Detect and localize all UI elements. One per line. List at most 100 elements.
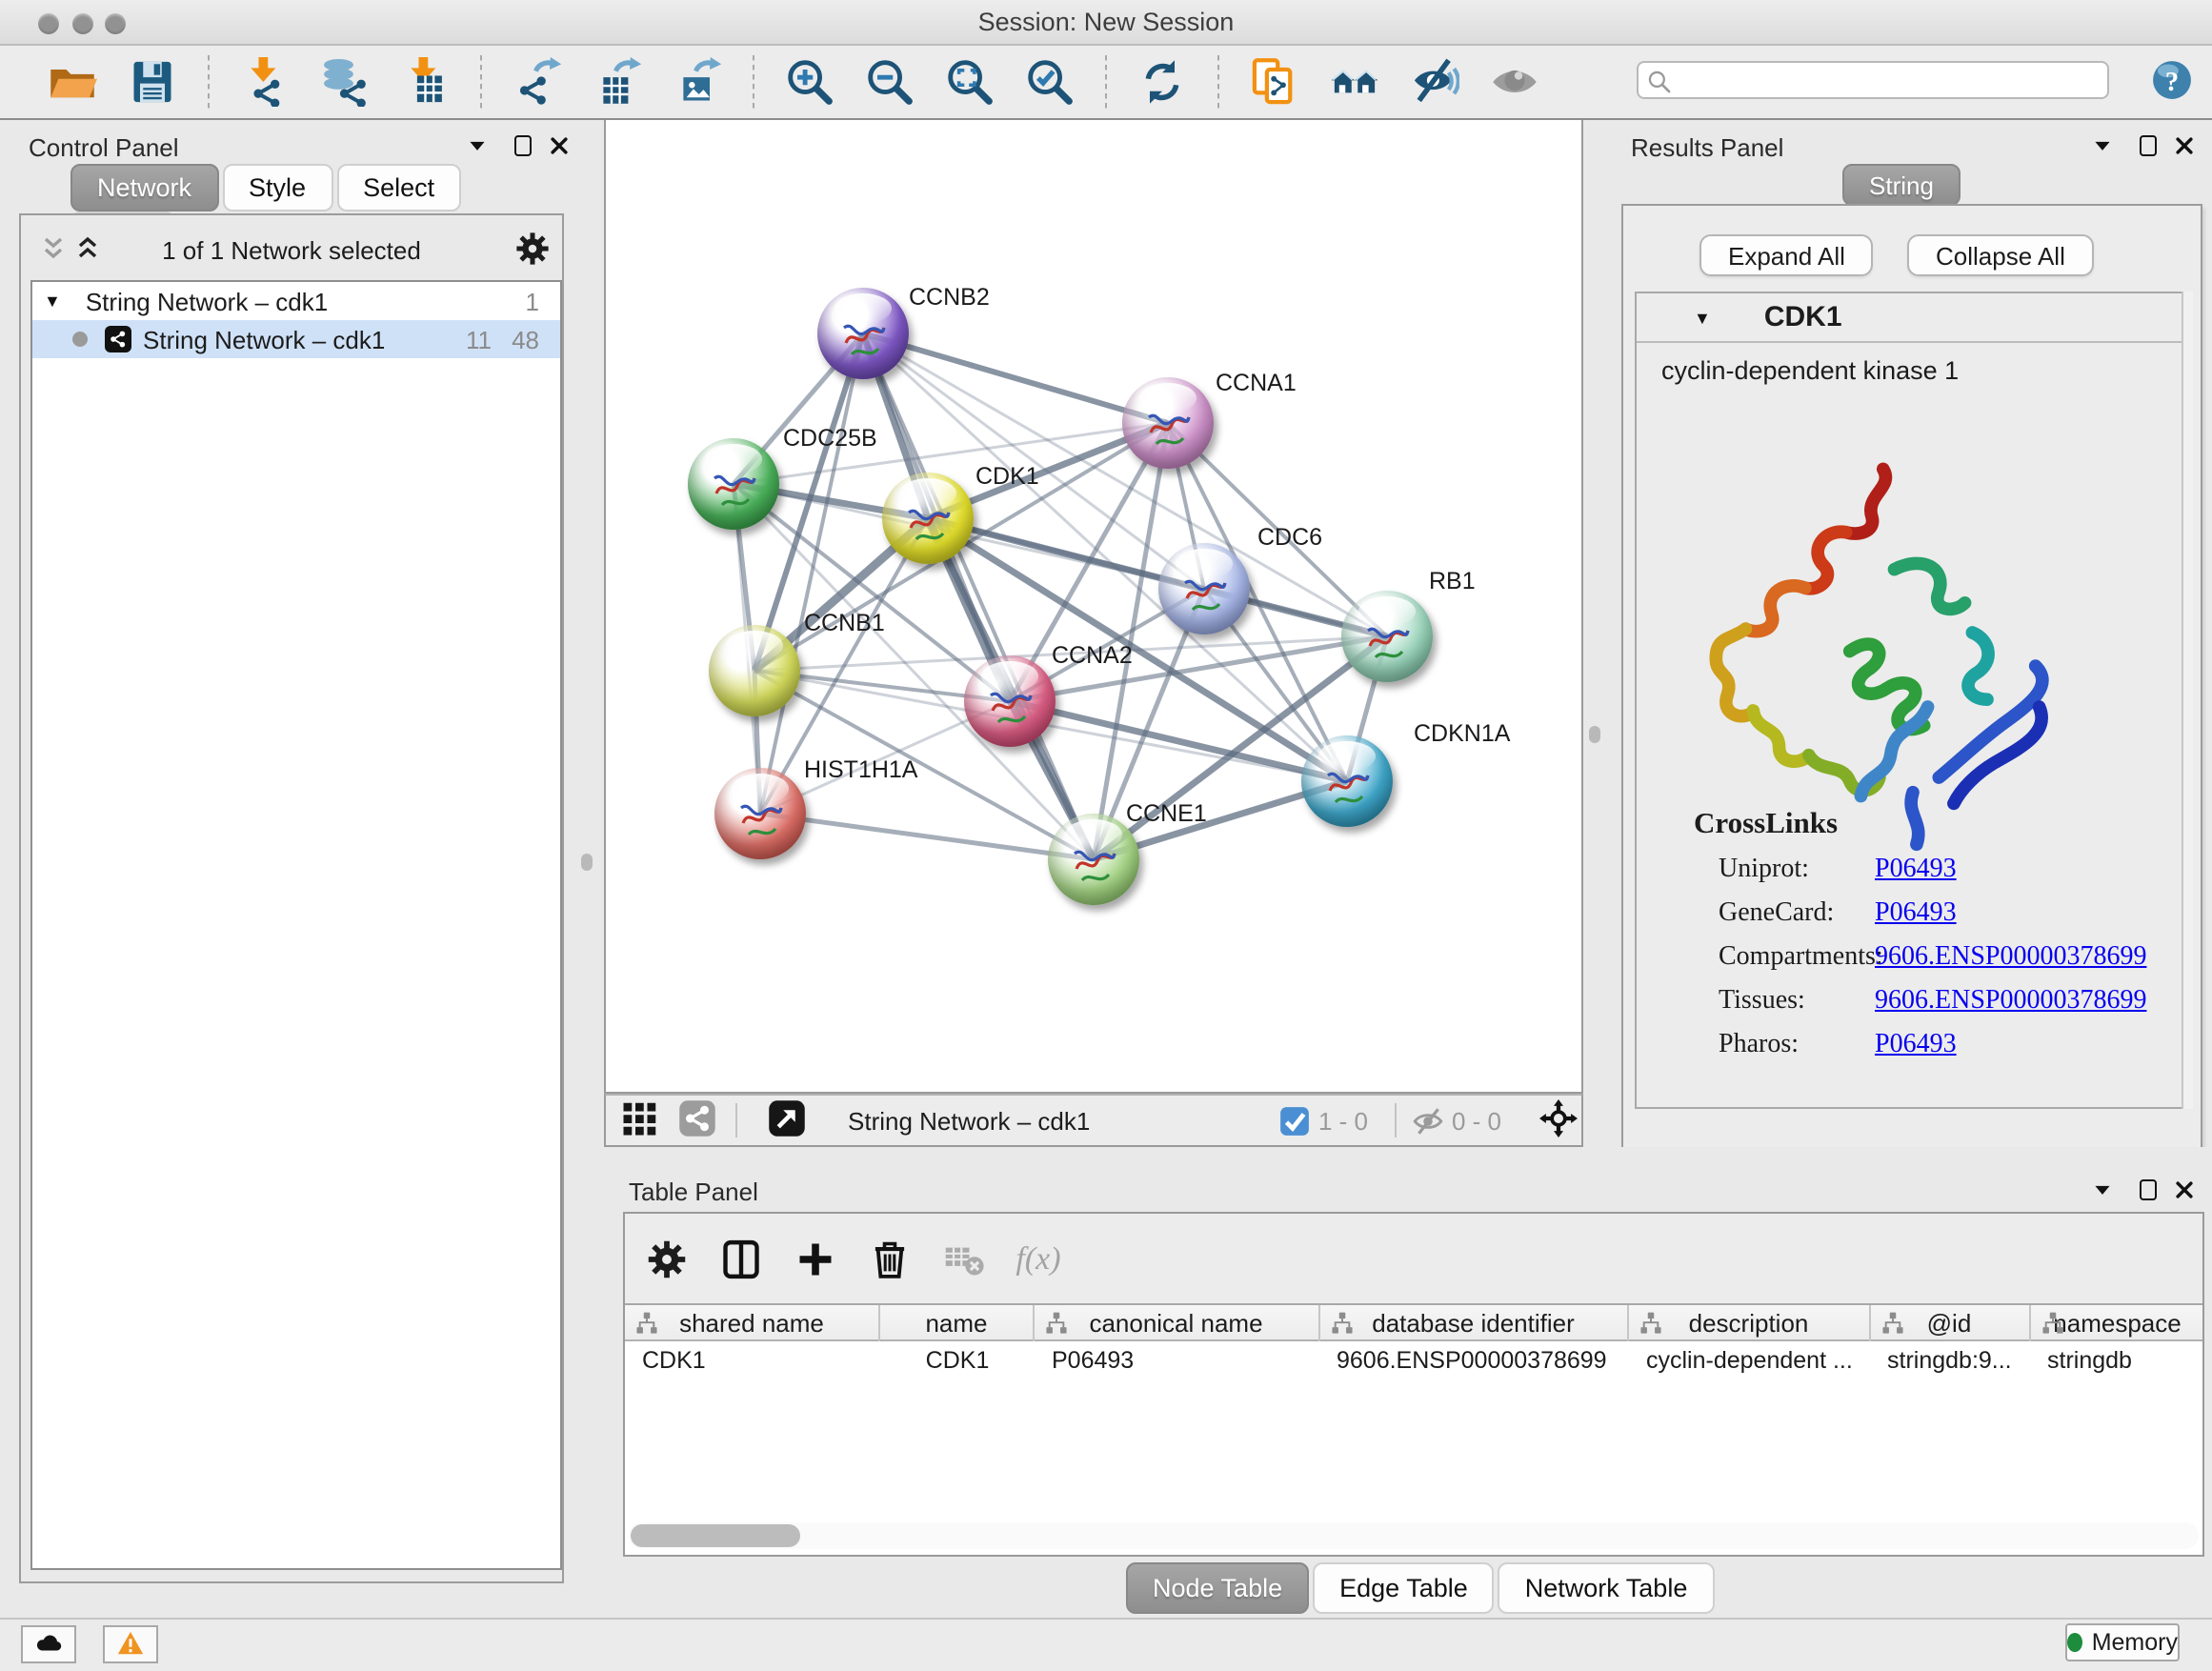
crosslink-link[interactable]: P06493 bbox=[1875, 1031, 1957, 1061]
status-bar: Memory bbox=[0, 1618, 2212, 1671]
panel-float-icon[interactable] bbox=[511, 133, 535, 158]
collection-expander-icon[interactable]: ▼ bbox=[44, 292, 61, 311]
column-header-canonical-name[interactable]: canonical name bbox=[1035, 1305, 1319, 1341]
network-node-hist1h1a[interactable] bbox=[714, 768, 806, 859]
refresh-view-icon[interactable] bbox=[1130, 53, 1195, 111]
export-image-icon[interactable] bbox=[665, 53, 730, 111]
crosslink-link[interactable]: 9606.ENSP00000378699 bbox=[1875, 943, 2146, 974]
panel-collapse-icon[interactable] bbox=[465, 133, 490, 158]
zoom-out-icon[interactable] bbox=[857, 53, 922, 111]
cell-namespace[interactable]: stringdb bbox=[2030, 1341, 2202, 1379]
show-columns-icon[interactable] bbox=[714, 1234, 768, 1283]
panel-float-icon[interactable] bbox=[2136, 1178, 2161, 1202]
network-node-cdc25b[interactable] bbox=[688, 438, 779, 530]
column-header-namespace[interactable]: namespace bbox=[2030, 1305, 2202, 1341]
network-node-cdkn1a[interactable] bbox=[1301, 735, 1393, 827]
node-label-rb1: RB1 bbox=[1429, 568, 1476, 594]
selected-checkbox-icon[interactable] bbox=[1278, 1104, 1311, 1137]
show-all-icon[interactable] bbox=[1482, 53, 1547, 111]
crosslink-link[interactable]: 9606.ENSP00000378699 bbox=[1875, 987, 2146, 1017]
table-settings-gear-icon[interactable] bbox=[640, 1234, 694, 1283]
expand-all-button[interactable]: Expand All bbox=[1699, 234, 1874, 276]
network-canvas[interactable]: CCNB2CCNA1CDC25BCDK1CDC6RB1CCNB1CCNA2CDK… bbox=[604, 120, 1583, 1094]
tab-edge-table[interactable]: Edge Table bbox=[1313, 1562, 1495, 1614]
network-node-ccna2[interactable] bbox=[964, 655, 1056, 747]
network-node-ccnb2[interactable] bbox=[817, 288, 909, 379]
cell-description[interactable]: cyclin-dependent ... bbox=[1629, 1341, 1870, 1379]
collapse-all-button[interactable]: Collapse All bbox=[1907, 234, 2094, 276]
delete-column-icon[interactable] bbox=[863, 1234, 916, 1283]
results-scrollbar[interactable] bbox=[2182, 292, 2193, 1109]
network-row-selected[interactable]: String Network – cdk1 11 48 bbox=[32, 320, 560, 358]
tab-node-table[interactable]: Node Table bbox=[1126, 1562, 1309, 1614]
fit-content-icon[interactable] bbox=[937, 53, 1002, 111]
search-input[interactable] bbox=[1680, 63, 2100, 97]
right-splitter-handle[interactable] bbox=[1589, 726, 1600, 743]
warning-icon[interactable] bbox=[103, 1624, 158, 1662]
cell-name[interactable]: CDK1 bbox=[880, 1341, 1035, 1379]
zoom-in-icon[interactable] bbox=[777, 53, 842, 111]
network-node-count: 11 bbox=[466, 325, 492, 353]
cell-shared-name[interactable]: CDK1 bbox=[625, 1341, 880, 1379]
cloud-icon[interactable] bbox=[21, 1624, 76, 1662]
zoom-selected-icon[interactable] bbox=[1017, 53, 1082, 111]
search-box[interactable] bbox=[1637, 61, 2109, 99]
network-node-ccne1[interactable] bbox=[1048, 814, 1139, 905]
left-splitter-handle[interactable] bbox=[581, 854, 593, 871]
crosslink-link[interactable]: P06493 bbox=[1875, 856, 1957, 886]
save-session-icon[interactable] bbox=[120, 53, 185, 111]
crosslink-label: Pharos: bbox=[1719, 1031, 1875, 1061]
import-network-from-database-icon[interactable] bbox=[312, 53, 377, 111]
panel-close-icon[interactable] bbox=[2172, 133, 2197, 158]
network-node-cdc6[interactable] bbox=[1158, 543, 1250, 634]
copy-view-icon[interactable] bbox=[1242, 53, 1307, 111]
cell-database-identifier[interactable]: 9606.ENSP00000378699 bbox=[1319, 1341, 1629, 1379]
memory-button[interactable]: Memory bbox=[2065, 1622, 2180, 1661]
hide-selected-icon[interactable] bbox=[1402, 53, 1467, 111]
tab-string[interactable]: String bbox=[1842, 164, 1961, 206]
import-table-from-file-icon[interactable] bbox=[392, 53, 457, 111]
table-horizontal-scrollbar[interactable] bbox=[629, 1522, 2199, 1549]
network-node-rb1[interactable] bbox=[1341, 591, 1433, 682]
crosslink-link[interactable]: P06493 bbox=[1875, 899, 1957, 930]
export-table-icon[interactable] bbox=[585, 53, 650, 111]
column-header-description[interactable]: description bbox=[1629, 1305, 1870, 1341]
open-session-icon[interactable] bbox=[40, 53, 105, 111]
network-badge-icon[interactable] bbox=[678, 1099, 720, 1141]
cell-@id[interactable]: stringdb:9... bbox=[1870, 1341, 2030, 1379]
network-collection-row[interactable]: ▼ String Network – cdk1 1 bbox=[32, 282, 560, 320]
network-tree: ▼ String Network – cdk1 1 String Network… bbox=[30, 280, 562, 1570]
cell-canonical-name[interactable]: P06493 bbox=[1035, 1341, 1319, 1379]
collection-count: 1 bbox=[526, 287, 539, 315]
first-neighbors-icon[interactable] bbox=[1322, 53, 1387, 111]
tab-network[interactable]: Network bbox=[70, 164, 218, 211]
tab-network-table[interactable]: Network Table bbox=[1498, 1562, 1715, 1614]
panel-collapse-icon[interactable] bbox=[2090, 1178, 2115, 1202]
crosslink-row: Compartments:9606.ENSP00000378699 bbox=[1719, 943, 2182, 974]
column-header-name[interactable]: name bbox=[880, 1305, 1035, 1341]
panel-collapse-icon[interactable] bbox=[2090, 133, 2115, 158]
network-options-gear-icon[interactable] bbox=[514, 231, 551, 267]
export-network-icon[interactable] bbox=[505, 53, 570, 111]
panel-float-icon[interactable] bbox=[2136, 133, 2161, 158]
import-network-from-file-icon[interactable] bbox=[232, 53, 297, 111]
tab-style[interactable]: Style bbox=[222, 164, 332, 211]
node-table[interactable]: shared namenamecanonical namedatabase id… bbox=[625, 1303, 2202, 1555]
add-column-icon[interactable] bbox=[789, 1234, 842, 1283]
tab-select[interactable]: Select bbox=[336, 164, 461, 211]
network-node-ccna1[interactable] bbox=[1122, 377, 1214, 469]
help-icon[interactable]: ? bbox=[2151, 59, 2193, 101]
gene-expander-icon[interactable]: ▼ bbox=[1694, 308, 1711, 327]
panel-close-icon[interactable] bbox=[2172, 1178, 2197, 1202]
network-node-ccnb1[interactable] bbox=[709, 625, 800, 716]
open-in-new-window-icon[interactable] bbox=[768, 1099, 810, 1141]
grid-view-icon[interactable] bbox=[621, 1099, 663, 1141]
column-header-database-identifier[interactable]: database identifier bbox=[1319, 1305, 1629, 1341]
birds-eye-crosshair-icon[interactable] bbox=[1539, 1099, 1581, 1141]
scrollbar-thumb[interactable] bbox=[631, 1524, 800, 1547]
panel-close-icon[interactable] bbox=[547, 133, 572, 158]
title-bar: Session: New Session bbox=[0, 0, 2212, 46]
column-header-@id[interactable]: @id bbox=[1870, 1305, 2030, 1341]
network-node-cdk1[interactable] bbox=[882, 473, 974, 564]
column-header-shared-name[interactable]: shared name bbox=[625, 1305, 880, 1341]
